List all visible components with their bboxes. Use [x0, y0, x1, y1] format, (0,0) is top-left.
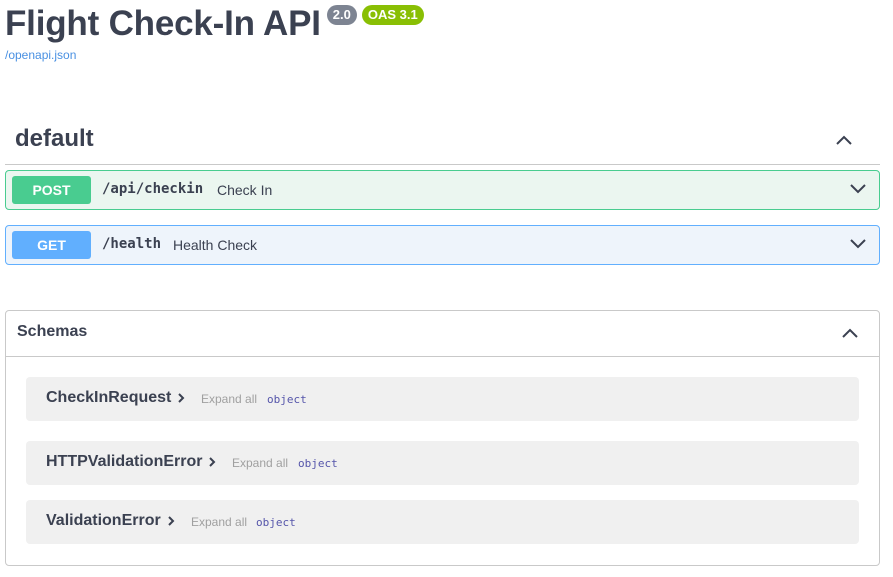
operation-post-checkin[interactable]: POST /api/checkin Check In: [5, 170, 880, 210]
model-type: object: [267, 393, 307, 406]
model-type: object: [298, 457, 338, 470]
schema-model-validationerror[interactable]: ValidationError Expand all object: [26, 500, 859, 544]
schemas-section: Schemas CheckInRequest Expand all object…: [5, 310, 880, 566]
model-name-label: HTTPValidationError: [46, 453, 203, 470]
expand-all-button[interactable]: Expand all: [201, 392, 257, 406]
swagger-page: Flight Check-In API 2.0 OAS 3.1 /openapi…: [0, 0, 893, 577]
chevron-right-icon: [175, 392, 187, 404]
chevron-down-icon[interactable]: [848, 234, 868, 254]
model-name[interactable]: HTTPValidationError: [46, 453, 218, 471]
model-name[interactable]: CheckInRequest: [46, 389, 187, 407]
schema-model-httpvalidationerror[interactable]: HTTPValidationError Expand all object: [26, 441, 859, 485]
oas-badge: OAS 3.1: [361, 5, 424, 25]
tag-section-default[interactable]: default: [5, 116, 880, 165]
model-name[interactable]: ValidationError: [46, 512, 177, 530]
schema-model-checkinrequest[interactable]: CheckInRequest Expand all object: [26, 377, 859, 421]
chevron-up-icon[interactable]: [834, 130, 854, 150]
expand-all-button[interactable]: Expand all: [232, 456, 288, 470]
chevron-up-icon[interactable]: [840, 323, 860, 343]
model-type: object: [256, 516, 296, 529]
operation-path: /api/checkin: [102, 181, 204, 197]
operation-path: /health: [102, 236, 162, 252]
method-badge-get: GET: [12, 231, 91, 259]
schemas-header[interactable]: Schemas: [6, 311, 879, 357]
model-name-label: CheckInRequest: [46, 389, 172, 406]
operation-summary: Check In: [217, 182, 273, 198]
version-badge: 2.0: [326, 5, 357, 25]
openapi-json-link[interactable]: /openapi.json: [5, 48, 76, 62]
tag-title: default: [15, 125, 94, 152]
chevron-right-icon: [206, 456, 218, 468]
operation-summary: Health Check: [173, 237, 258, 253]
method-badge-post: POST: [12, 176, 91, 204]
chevron-right-icon: [165, 515, 177, 527]
chevron-down-icon[interactable]: [848, 179, 868, 199]
api-info-header: Flight Check-In API 2.0 OAS 3.1: [5, 2, 424, 46]
api-title: Flight Check-In API: [5, 4, 321, 43]
expand-all-button[interactable]: Expand all: [191, 515, 247, 529]
model-name-label: ValidationError: [46, 512, 161, 529]
schemas-title: Schemas: [17, 323, 88, 340]
operation-get-health[interactable]: GET /health Health Check: [5, 225, 880, 265]
